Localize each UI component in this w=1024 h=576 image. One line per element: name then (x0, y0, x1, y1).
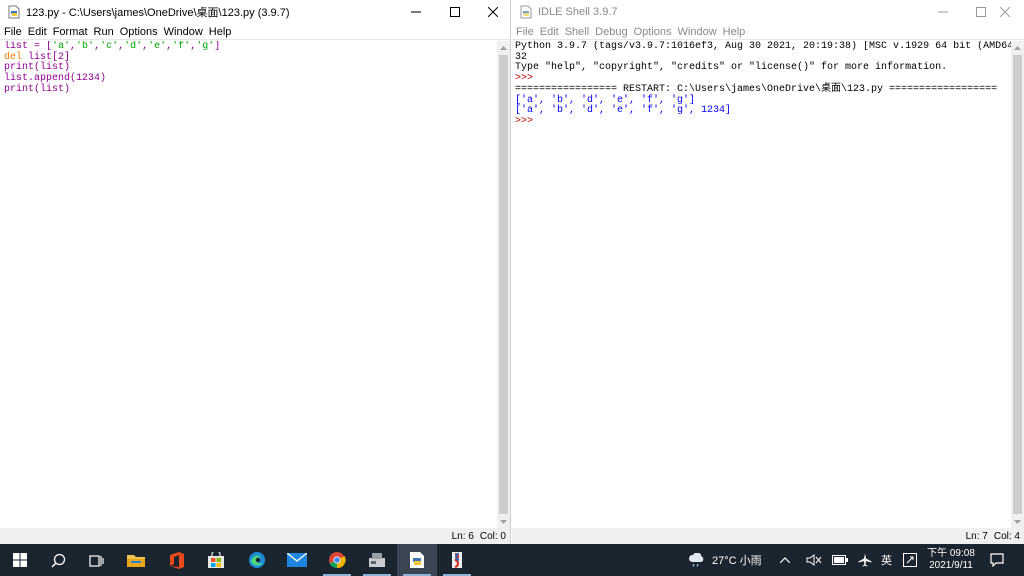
shell-line: Type "help", "copyright", "credits" or "… (515, 62, 948, 74)
editor-scrollbar[interactable] (497, 41, 510, 528)
idle-icon[interactable] (397, 544, 437, 576)
code-token: 'b' (76, 41, 95, 52)
chevron-up-icon[interactable] (780, 544, 790, 576)
cloud-rain-icon (689, 553, 704, 567)
shell-statusbar: Ln: 7 Col: 4 (512, 528, 1024, 544)
weather-widget[interactable]: 27°C 小雨 (688, 544, 762, 576)
editor-menu-edit[interactable]: Edit (28, 25, 47, 39)
minimize-button[interactable] (924, 0, 962, 24)
python-file-icon (7, 5, 21, 19)
shell-titlebar[interactable]: IDLE Shell 3.9.7 (512, 0, 1024, 24)
shell-column-indicator: Col: 4 (993, 530, 1020, 542)
shell-output-line: ['a', 'b', 'd', 'e', 'f', 'g', 1234] (515, 105, 732, 117)
shell-menu-options[interactable]: Options (634, 25, 672, 39)
shell-prompt: >>> (515, 115, 540, 127)
edge-icon[interactable] (237, 544, 277, 576)
code-token: print(list) (4, 62, 71, 74)
code-line: list.append(1234) (4, 73, 497, 85)
editor-menubar: File Edit Format Run Options Window Help (0, 24, 510, 40)
editor-window: 123.py - C:\Users\james\OneDrive\桌面\123.… (0, 0, 511, 544)
search-icon[interactable] (38, 544, 78, 576)
code-token: 'c' (100, 41, 119, 52)
idle-shell-icon (519, 5, 533, 19)
shell-line-indicator: Ln: 7 (965, 530, 988, 542)
speaker-muted-icon[interactable] (806, 544, 822, 576)
code-token: ] (214, 41, 221, 52)
close-button[interactable] (474, 0, 512, 24)
shell-line: Python 3.9.7 (tags/v3.9.7:1016ef3, Aug 3… (515, 41, 1011, 52)
minimize-button[interactable] (397, 0, 435, 24)
task-view-icon[interactable] (76, 544, 116, 576)
shell-menu-shell[interactable]: Shell (565, 25, 589, 39)
ime-indicator[interactable]: 英 (881, 544, 892, 576)
shell-menu-file[interactable]: File (516, 25, 534, 39)
editor-menu-file[interactable]: File (4, 25, 22, 39)
code-token: 'd' (124, 41, 143, 52)
editor-line-indicator: Ln: 6 (451, 530, 474, 542)
battery-icon[interactable] (832, 544, 848, 576)
editor-menu-run[interactable]: Run (94, 25, 114, 39)
code-token: list = [ (4, 41, 53, 52)
app-icon[interactable] (357, 544, 397, 576)
shell-menu-help[interactable]: Help (723, 25, 746, 39)
scroll-up-arrow-icon[interactable] (1011, 41, 1024, 54)
scroll-thumb[interactable] (499, 55, 508, 514)
editor-title: 123.py - C:\Users\james\OneDrive\桌面\123.… (26, 7, 290, 19)
shell-output-area[interactable]: Python 3.9.7 (tags/v3.9.7:1016ef3, Aug 3… (512, 41, 1011, 528)
ime-tool-icon[interactable] (903, 544, 917, 576)
code-token: list.append(1234) (4, 73, 107, 85)
editor-titlebar[interactable]: 123.py - C:\Users\james\OneDrive\桌面\123.… (0, 0, 510, 24)
airplane-mode-icon[interactable] (858, 544, 872, 576)
clock-date: 2021/9/11 (929, 560, 973, 571)
code-line: list = ['a','b','c','d','e','f','g'] (4, 41, 497, 53)
code-token: 'g' (196, 41, 215, 52)
editor-menu-window[interactable]: Window (164, 25, 203, 39)
shell-line: ================= RESTART: C:\Users\jame… (515, 83, 998, 95)
shell-menu-window[interactable]: Window (678, 25, 717, 39)
file-explorer-icon[interactable] (116, 544, 156, 576)
weather-text: 27°C 小雨 (712, 555, 762, 567)
shell-menu-edit[interactable]: Edit (540, 25, 559, 39)
clock-time: 下午 09:08 (927, 548, 975, 559)
python-tool-icon[interactable] (437, 544, 477, 576)
code-token: 'e' (148, 41, 167, 52)
code-token: print(list) (4, 83, 71, 95)
maximize-button[interactable] (436, 0, 474, 24)
chrome-icon[interactable] (317, 544, 357, 576)
editor-code-area[interactable]: list = ['a','b','c','d','e','f','g'] del … (0, 41, 497, 528)
editor-statusbar: Ln: 6 Col: 0 (0, 528, 510, 544)
taskbar: 27°C 小雨 英 下午 09:08 2021/9/11 (0, 544, 1024, 576)
scroll-thumb[interactable] (1013, 55, 1022, 514)
code-line: del list[2] (4, 52, 497, 64)
shell-window: IDLE Shell 3.9.7 File Edit Shell Debug Optio… (512, 0, 1024, 544)
editor-column-indicator: Col: 0 (479, 530, 506, 542)
code-line: print(list) (4, 83, 497, 96)
mail-icon[interactable] (277, 544, 317, 576)
ime-label: 英 (881, 555, 892, 567)
editor-menu-options[interactable]: Options (120, 25, 158, 39)
windows-start-icon[interactable] (0, 544, 40, 576)
shell-menubar: File Edit Shell Debug Options Window Help (512, 24, 1024, 40)
store-icon[interactable] (196, 544, 236, 576)
editor-menu-help[interactable]: Help (209, 25, 232, 39)
scroll-up-arrow-icon[interactable] (497, 41, 510, 54)
notification-icon[interactable] (990, 544, 1004, 576)
code-token: 'a' (52, 41, 71, 52)
editor-menu-format[interactable]: Format (53, 25, 88, 39)
scroll-down-arrow-icon[interactable] (1011, 515, 1024, 528)
shell-scrollbar[interactable] (1011, 41, 1024, 528)
shell-title: IDLE Shell 3.9.7 (538, 6, 618, 18)
shell-menu-debug[interactable]: Debug (595, 25, 627, 39)
clock[interactable]: 下午 09:08 2021/9/11 (924, 548, 978, 572)
office-icon[interactable] (157, 544, 197, 576)
scroll-down-arrow-icon[interactable] (497, 515, 510, 528)
code-token: 'f' (172, 41, 191, 52)
close-button[interactable] (986, 0, 1024, 24)
